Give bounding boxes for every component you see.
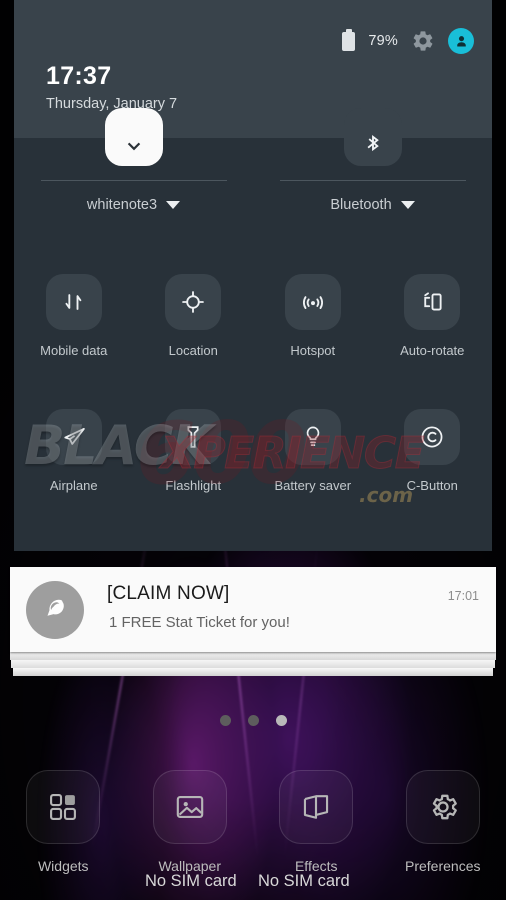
flashlight-icon [187, 426, 199, 448]
hotspot-icon [302, 296, 323, 309]
helmet-glyph-icon [47, 599, 64, 616]
notification-time: 17:01 [447, 589, 479, 603]
battery-saver-tile-button[interactable] [284, 409, 341, 465]
gear-icon[interactable] [411, 29, 435, 53]
dock-item-widgets[interactable]: Widgets [0, 770, 127, 890]
tile-c-button[interactable]: C-Button [373, 409, 493, 493]
wifi-tile-button[interactable] [104, 108, 163, 166]
sim-status-label-2: No SIM card [258, 872, 350, 890]
status-bar: 79% [342, 28, 474, 54]
notification-stack: [CLAIM NOW] 1 FREE Stat Ticket for you! … [10, 567, 496, 676]
battery-saver-icon [306, 426, 320, 447]
preferences-button[interactable] [405, 770, 480, 844]
home-editor-bar: Widgets Wallpaper Effects Preferences [0, 770, 506, 890]
hotspot-tile-button[interactable] [284, 274, 341, 330]
quick-settings-dual-row: whitenote3 Bluetooth [14, 108, 492, 248]
tile-label: Airplane [49, 478, 98, 493]
widgets-icon [50, 794, 77, 820]
tile-label: Hotspot [290, 343, 336, 358]
tile-battery-saver[interactable]: Battery saver [253, 409, 373, 493]
quick-settings-row-2: Mobile data Location Hotspot Auto-rotate [14, 274, 492, 358]
sim-status-label-1: No SIM card [145, 872, 237, 890]
airplane-icon [64, 427, 85, 445]
notification-body: 1 FREE Stat Ticket for you! [109, 614, 290, 631]
quick-settings-tiles: whitenote3 Bluetooth Mobile data Locatio… [14, 108, 492, 551]
wallpaper-button[interactable] [152, 770, 227, 844]
auto-rotate-tile-button[interactable] [404, 274, 461, 330]
wifi-icon [127, 142, 140, 151]
tile-mobile-data[interactable]: Mobile data [14, 274, 134, 358]
c-button-tile-button[interactable] [404, 409, 461, 465]
user-avatar-icon[interactable] [448, 28, 474, 54]
bluetooth-label-row[interactable]: Bluetooth [330, 197, 415, 213]
page-dot[interactable] [219, 715, 231, 726]
clock-date: Thursday, January 7 [46, 96, 178, 112]
notification-stack-layer[interactable] [11, 660, 495, 668]
bluetooth-tile-button[interactable] [343, 108, 402, 166]
wifi-label-row[interactable]: whitenote3 [86, 197, 181, 213]
chevron-down-icon[interactable] [166, 201, 181, 209]
auto-rotate-icon [424, 292, 442, 311]
tile-airplane[interactable]: Airplane [14, 409, 134, 493]
wallpaper-image-icon [176, 796, 203, 818]
bluetooth-label: Bluetooth [330, 197, 392, 213]
tile-label: C-Button [406, 478, 458, 493]
tile-wifi[interactable]: whitenote3 [14, 108, 253, 248]
tile-hotspot[interactable]: Hotspot [253, 274, 373, 358]
user-glyph-icon [456, 35, 466, 46]
effects-icon [304, 795, 329, 819]
dock-label: Preferences [405, 858, 481, 874]
notification-card[interactable]: [CLAIM NOW] 1 FREE Stat Ticket for you! … [10, 567, 496, 652]
page-dot-active[interactable] [275, 715, 287, 726]
phone-screen: 79% 17:37 Thursday, January 7 whitenote3… [0, 0, 506, 900]
quick-settings-header: 79% 17:37 Thursday, January 7 [14, 0, 492, 138]
notification-title: [CLAIM NOW] [107, 583, 230, 604]
tile-label: Auto-rotate [400, 343, 465, 358]
tile-auto-rotate[interactable]: Auto-rotate [373, 274, 493, 358]
notification-stack-layer[interactable] [10, 652, 496, 660]
preferences-gear-icon [432, 794, 457, 820]
tile-label: Battery saver [274, 478, 352, 493]
tile-bluetooth[interactable]: Bluetooth [253, 108, 492, 248]
chevron-down-icon[interactable] [400, 201, 415, 209]
notification-stack-layer[interactable] [13, 668, 493, 676]
wifi-ssid-label: whitenote3 [86, 197, 158, 213]
tile-divider [279, 180, 466, 181]
battery-icon [342, 28, 356, 51]
mobile-data-icon [65, 294, 82, 310]
effects-button[interactable] [279, 770, 354, 844]
widgets-button[interactable] [26, 770, 101, 844]
tile-label: Flashlight [165, 478, 222, 493]
page-indicator [0, 715, 506, 726]
page-dot[interactable] [247, 715, 259, 726]
tile-label: Mobile data [40, 343, 108, 358]
location-tile-button[interactable] [165, 274, 222, 330]
tile-location[interactable]: Location [134, 274, 254, 358]
battery-percent-label: 79% [368, 33, 398, 49]
clock-time: 17:37 [46, 62, 112, 90]
c-button-icon [421, 426, 443, 448]
tile-label: Location [168, 343, 218, 358]
quick-settings-panel: 79% 17:37 Thursday, January 7 whitenote3… [14, 0, 492, 551]
mobile-data-tile-button[interactable] [45, 274, 102, 330]
dock-item-preferences[interactable]: Preferences [380, 770, 506, 890]
flashlight-tile-button[interactable] [165, 409, 222, 465]
tile-flashlight[interactable]: Flashlight [134, 409, 254, 493]
dock-label: Widgets [37, 858, 89, 874]
airplane-tile-button[interactable] [45, 409, 102, 465]
location-icon [182, 291, 205, 313]
quick-settings-row-3: Airplane Flashlight Battery saver C-Butt… [14, 409, 492, 493]
tile-divider [40, 180, 227, 181]
bluetooth-icon [367, 135, 379, 152]
app-badge-icon [26, 581, 84, 639]
